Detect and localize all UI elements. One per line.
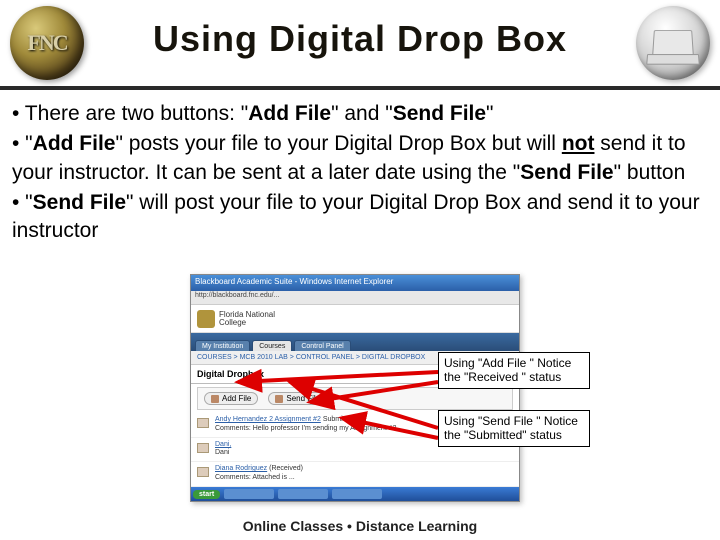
taskbar-item[interactable] — [332, 489, 382, 499]
start-button[interactable]: start — [193, 490, 220, 499]
bullet-2-bold-add: Add File — [33, 132, 116, 155]
callout-add-file: Using "Add File " Notice the "Received "… — [438, 352, 590, 389]
bullet-2-bold-send: Send File — [520, 161, 613, 184]
taskbar-item[interactable] — [278, 489, 328, 499]
brand-row: Florida National College — [191, 305, 519, 333]
bullet-1-bold-add: Add File — [248, 102, 331, 125]
send-file-icon — [275, 395, 283, 403]
add-file-button[interactable]: Add File — [204, 392, 258, 405]
window-titlebar: Blackboard Academic Suite - Windows Inte… — [191, 275, 519, 291]
file-icon — [197, 467, 209, 477]
entry-name[interactable]: Dani, — [215, 441, 231, 448]
bullet-1-text: • There are two buttons: " — [12, 102, 248, 125]
address-bar: http://blackboard.fnc.edu/... — [191, 291, 519, 305]
send-file-button[interactable]: Send File — [268, 392, 327, 405]
laptop-icon — [636, 6, 710, 80]
page-title: Using Digital Drop Box — [120, 18, 600, 60]
bullet-content: • There are two buttons: "Add File" and … — [12, 100, 708, 248]
tab-control-panel[interactable]: Control Panel — [294, 340, 350, 351]
entry-meta: Dani — [215, 449, 229, 456]
tab-courses[interactable]: Courses — [252, 340, 292, 351]
bullet-1-bold-send: Send File — [393, 102, 486, 125]
file-icon — [197, 418, 209, 428]
send-file-label: Send File — [286, 394, 320, 403]
bullet-3-bold-send: Send File — [33, 191, 126, 214]
entry-comment: Comments: Hello professor I'm sending my… — [215, 425, 396, 432]
tab-my-institution[interactable]: My Institution — [195, 340, 250, 351]
brand-line-2: College — [219, 319, 275, 327]
windows-taskbar: start — [191, 487, 519, 501]
bullet-2-not: not — [562, 132, 595, 155]
callout-send-file: Using "Send File " Notice the "Submitted… — [438, 410, 590, 447]
add-file-icon — [211, 395, 219, 403]
fnc-mini-icon — [197, 310, 215, 328]
fnc-logo: FNC — [10, 6, 84, 80]
tab-row: My Institution Courses Control Panel — [191, 333, 519, 351]
fnc-logo-text: FNC — [27, 30, 66, 56]
entry-name[interactable]: Diana Rodriguez — [215, 465, 267, 472]
header-band: FNC Using Digital Drop Box — [0, 0, 720, 90]
entry-comment: Comments: Attached is ... — [215, 474, 295, 481]
footer-text: Online Classes • Distance Learning — [0, 518, 720, 534]
taskbar-item[interactable] — [224, 489, 274, 499]
entry-name[interactable]: Andy Hernandez 2 Assignment #2 — [215, 416, 321, 423]
dropbox-button-row: Add File Send File — [197, 387, 513, 410]
entry-status: Submitted — [323, 416, 355, 423]
dropbox-entry: Diana Rodriguez (Received) Comments: Att… — [191, 462, 519, 487]
file-icon — [197, 443, 209, 453]
add-file-label: Add File — [222, 394, 251, 403]
entry-status: (Received) — [269, 465, 303, 472]
